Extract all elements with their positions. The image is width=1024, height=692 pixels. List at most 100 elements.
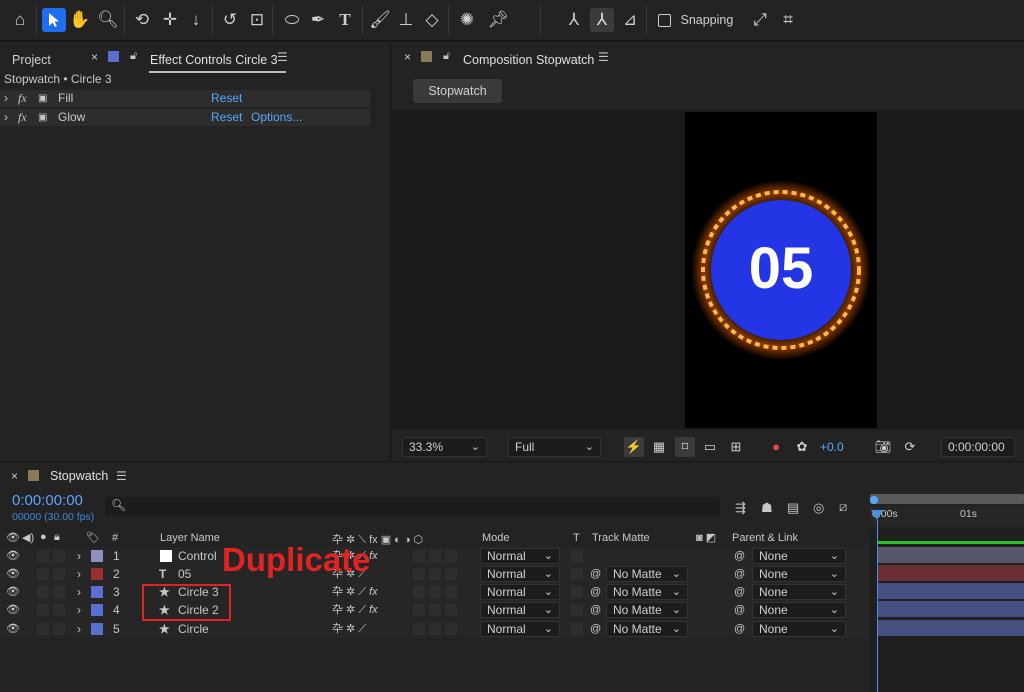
parent-dropdown[interactable]: None ⌄ [752,602,846,618]
switch-box[interactable] [413,568,425,580]
parent-pickwhip-icon[interactable]: @ [734,620,745,638]
fx-icon[interactable]: fx [18,109,27,126]
preserve-transparency-box[interactable] [571,550,583,562]
mode-dropdown[interactable]: Normal ⌄ [480,602,560,618]
parent-dropdown[interactable]: None ⌄ [752,548,846,564]
pickwhip-icon[interactable]: @ [590,601,601,619]
frame-blending-icon[interactable]: ▤ [787,500,799,516]
eraser-tool-icon[interactable]: ◇ [420,8,444,32]
parent-dropdown[interactable]: None ⌄ [752,566,846,582]
switch-box[interactable] [445,604,457,616]
expand-chevron-icon[interactable]: › [77,620,81,638]
solo-switch[interactable] [37,604,49,616]
layer-bar[interactable] [878,620,1024,636]
expand-chevron-icon[interactable]: › [77,601,81,619]
switch-box[interactable] [413,623,425,635]
pickwhip-icon[interactable]: @ [590,620,601,638]
parent-dropdown[interactable]: None ⌄ [752,584,846,600]
layer-name[interactable]: Control [178,547,217,565]
solo-switch[interactable] [37,586,49,598]
switch-box[interactable] [429,586,441,598]
view-axis-icon[interactable]: ⊿ [618,8,642,32]
lock-icon[interactable]: 🔓︎ [130,50,137,63]
layer-name[interactable]: Circle [178,620,209,638]
layer-label-color[interactable] [91,586,103,598]
solo-switch[interactable] [37,550,49,562]
pan-behind-tool-icon[interactable]: ⊡ [245,8,269,32]
parent-pickwhip-icon[interactable]: @ [734,547,745,565]
close-tab-icon[interactable]: × [11,469,18,483]
track-matte-dropdown[interactable]: No Matte ⌄ [606,566,688,582]
tab-composition[interactable]: Composition Stopwatch [463,48,594,72]
close-tab-icon[interactable]: × [404,50,411,64]
track-matte-dropdown[interactable]: No Matte ⌄ [606,584,688,600]
layer-search-input[interactable]: 🔍︎ [105,497,720,516]
comp-mini-flowchart-icon[interactable]: ⇶ [735,500,746,516]
roto-brush-tool-icon[interactable]: ✺ [455,8,479,32]
layer-switches-icons[interactable]: 卆 ✲ ⟋ [332,620,366,638]
switch-box[interactable] [429,604,441,616]
lock-icon[interactable]: 🔓︎ [443,50,450,63]
fast-previews-icon[interactable]: ⚡ [624,437,644,457]
switch-box[interactable] [429,550,441,562]
options-link[interactable]: Options... [251,109,302,126]
orbit-camera-icon[interactable]: ⟲ [130,8,154,32]
preserve-transparency-box[interactable] [571,604,583,616]
track-matte-dropdown[interactable]: No Matte ⌄ [606,621,688,637]
pickwhip-icon[interactable]: @ [590,565,601,583]
track-matte-dropdown[interactable]: No Matte ⌄ [606,602,688,618]
mode-dropdown[interactable]: Normal ⌄ [480,621,560,637]
effect-row-glow[interactable]: › fx ▣ Glow Reset Options... [0,109,370,126]
switch-box[interactable] [445,568,457,580]
lock-switch[interactable] [53,604,65,616]
reset-link[interactable]: Reset [211,109,242,126]
shy-layers-icon[interactable]: ☗ [761,500,773,516]
layer-row[interactable]: 👁︎ › 5 ★ Circle 卆 ✲ ⟋ Normal ⌄ @ No Matte ⌄ @ None ⌄ [0,620,868,638]
solo-switch[interactable] [37,623,49,635]
switch-box[interactable] [445,623,457,635]
switch-box[interactable] [429,623,441,635]
home-icon[interactable]: ⌂ [8,8,32,32]
dolly-camera-icon[interactable]: ↓ [184,8,208,32]
switch-box[interactable] [445,550,457,562]
panel-menu-icon[interactable]: ☰ [116,469,127,483]
motion-blur-icon[interactable]: ◎ [813,500,824,516]
pan-camera-icon[interactable]: ✛ [158,8,182,32]
snap-target-icon[interactable]: ⌗ [776,8,800,32]
channel-icon[interactable]: ● [766,437,786,457]
snapshot-camera-icon[interactable]: 📷︎ [873,437,893,457]
switch-box[interactable] [413,604,425,616]
close-tab-icon[interactable]: × [91,50,98,64]
type-tool-icon[interactable]: T [333,8,357,32]
layer-switches-icons[interactable]: 卆 ✲ ⟋ fx [332,601,378,619]
expand-chevron-icon[interactable]: › [77,565,81,583]
visibility-eye-icon[interactable]: 👁︎ [6,547,20,565]
mode-dropdown[interactable]: Normal ⌄ [480,548,560,564]
expand-chevron-icon[interactable]: › [4,109,8,126]
visibility-eye-icon[interactable]: 👁︎ [6,565,20,583]
layer-row[interactable]: 👁︎ › 2 T 05 卆 ✲ ⟋ Normal ⌄ @ No Matte ⌄ @ None ⌄ [0,565,868,583]
composition-canvas[interactable]: 05 [685,112,877,428]
layer-label-color[interactable] [91,550,103,562]
show-snapshot-icon[interactable]: ⟳ [900,437,920,457]
layer-bar[interactable] [878,601,1024,617]
expand-chevron-icon[interactable]: › [77,583,81,601]
graph-editor-icon[interactable]: ⧄ [839,499,847,515]
switch-box[interactable] [445,586,457,598]
mask-visibility-icon[interactable]: ⌑ [675,437,695,457]
layer-bar[interactable] [878,547,1024,563]
parent-pickwhip-icon[interactable]: @ [734,583,745,601]
exposure-value[interactable]: +0.0 [820,440,844,454]
fx-icon[interactable]: fx [18,90,27,107]
header-layer-name[interactable]: Layer Name [160,532,220,544]
clone-stamp-tool-icon[interactable]: ⊥ [394,8,418,32]
rotate-tool-icon[interactable]: ↺ [218,8,242,32]
snap-expand-icon[interactable]: ⤢ [748,8,772,32]
puppet-pin-tool-icon[interactable]: 📌︎ [486,8,510,32]
selection-tool-icon[interactable] [42,8,66,32]
tab-timeline[interactable]: Stopwatch [50,469,108,483]
layer-row[interactable]: 👁︎ › 3 ★ Circle 3卆 ✲ ⟋ fx Normal ⌄ @ No Matte ⌄ @ N… [0,583,868,601]
switch-box[interactable] [429,568,441,580]
region-of-interest-icon[interactable]: ▭ [700,437,720,457]
zoom-tool-icon[interactable]: 🔍︎ [96,8,120,32]
